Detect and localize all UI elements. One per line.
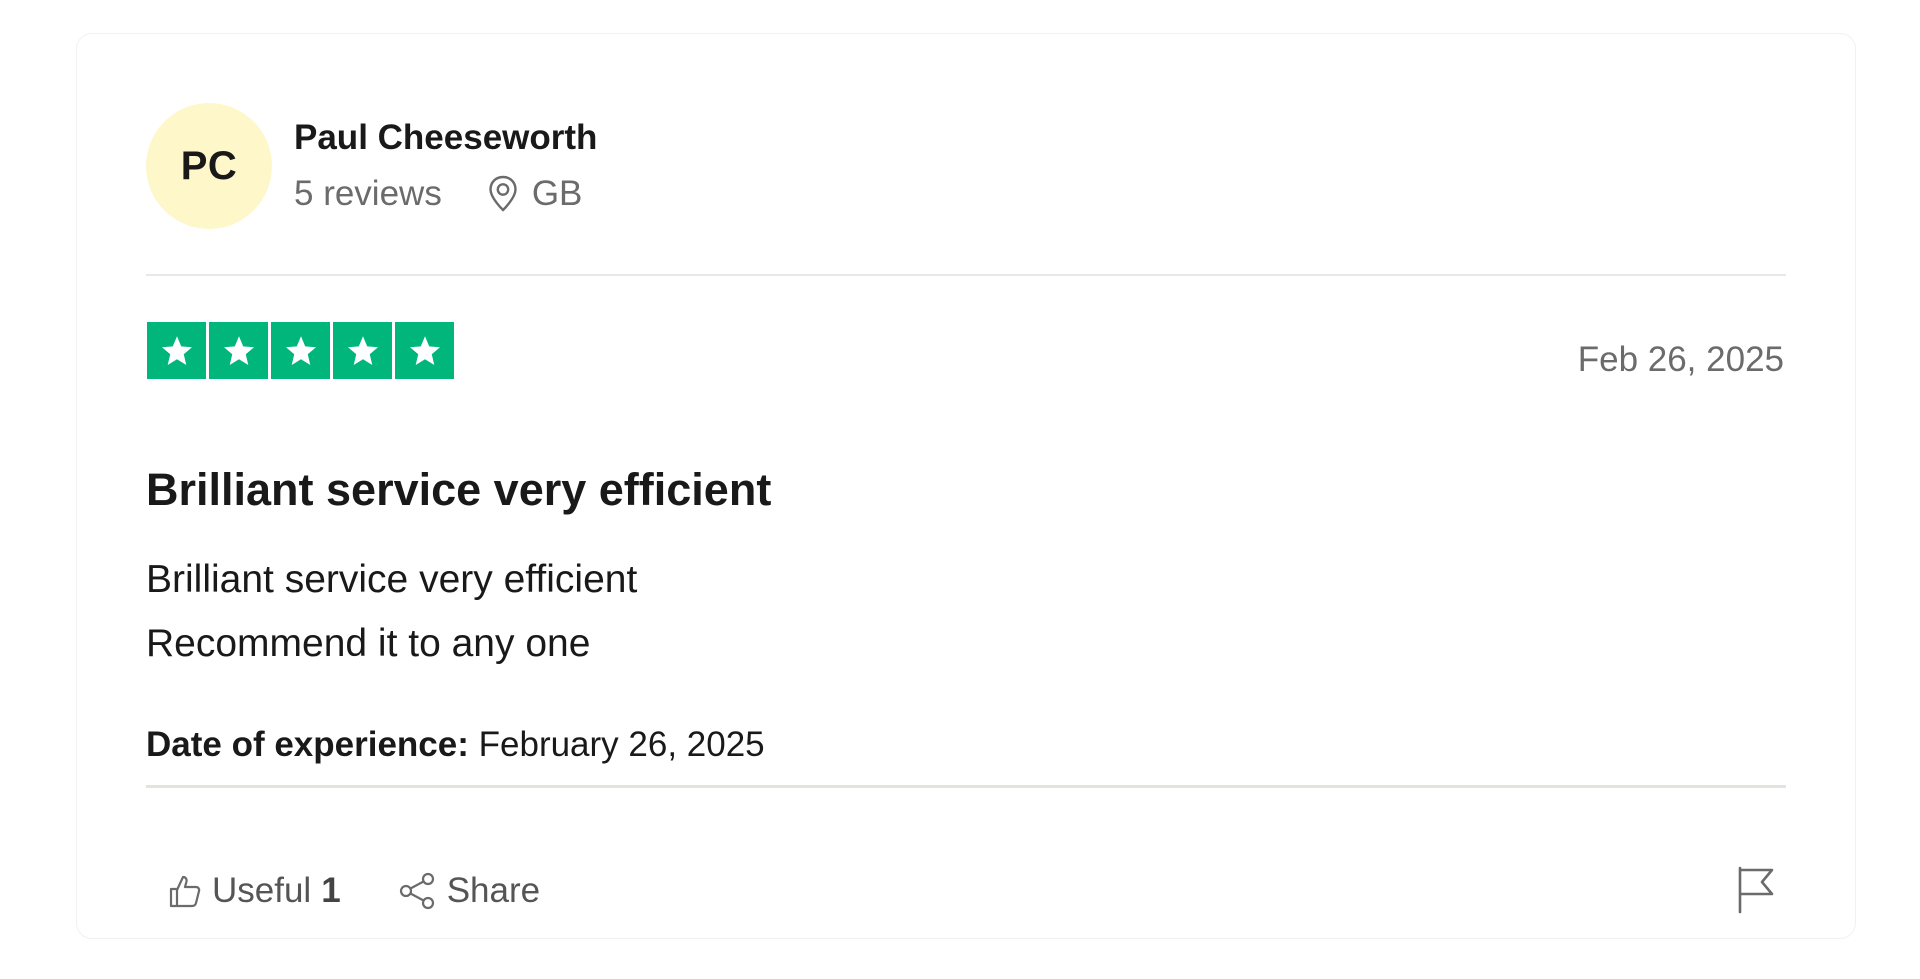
review-title[interactable]: Brilliant service very efficient bbox=[146, 462, 771, 518]
reviewer-header: PC Paul Cheeseworth 5 reviews GB bbox=[146, 103, 597, 229]
review-body: Brilliant service very efficient Recomme… bbox=[146, 548, 637, 676]
useful-count: 1 bbox=[321, 871, 341, 910]
star-icon bbox=[147, 322, 206, 379]
share-label: Share bbox=[446, 871, 541, 910]
location-pin-icon bbox=[489, 175, 517, 212]
star-icon bbox=[333, 322, 392, 379]
report-flag-button[interactable] bbox=[1734, 864, 1778, 921]
reviewer-info: Paul Cheeseworth 5 reviews GB bbox=[294, 116, 597, 216]
review-body-line: Brilliant service very efficient bbox=[146, 558, 638, 601]
review-actions: Useful 1 Share bbox=[166, 866, 540, 916]
flag-icon bbox=[1738, 866, 1774, 914]
review-body-line: Recommend it to any one bbox=[146, 622, 591, 665]
share-icon bbox=[399, 872, 434, 910]
experience-value: February 26, 2025 bbox=[468, 725, 765, 764]
reviewer-location: GB bbox=[488, 172, 583, 216]
useful-button[interactable]: Useful 1 bbox=[166, 871, 341, 911]
star-icon bbox=[395, 322, 454, 379]
footer-divider bbox=[146, 785, 1786, 788]
avatar[interactable]: PC bbox=[146, 103, 272, 229]
thumbs-up-icon bbox=[169, 875, 201, 908]
location-label: GB bbox=[531, 174, 583, 213]
star-icon bbox=[271, 322, 330, 379]
header-divider bbox=[146, 274, 1786, 276]
review-date: Feb 26, 2025 bbox=[1577, 340, 1784, 379]
star-rating bbox=[147, 322, 454, 379]
share-button[interactable]: Share bbox=[397, 870, 540, 912]
star-icon bbox=[209, 322, 268, 379]
useful-label: Useful bbox=[212, 871, 312, 910]
reviewer-meta: 5 reviews GB bbox=[294, 172, 597, 216]
review-card: PC Paul Cheeseworth 5 reviews GB Feb 26,… bbox=[76, 33, 1856, 939]
reviews-count: 5 reviews bbox=[294, 174, 442, 213]
date-of-experience: Date of experience: February 26, 2025 bbox=[146, 723, 765, 767]
experience-label: Date of experience: bbox=[146, 725, 469, 764]
reviewer-name[interactable]: Paul Cheeseworth bbox=[294, 116, 597, 160]
